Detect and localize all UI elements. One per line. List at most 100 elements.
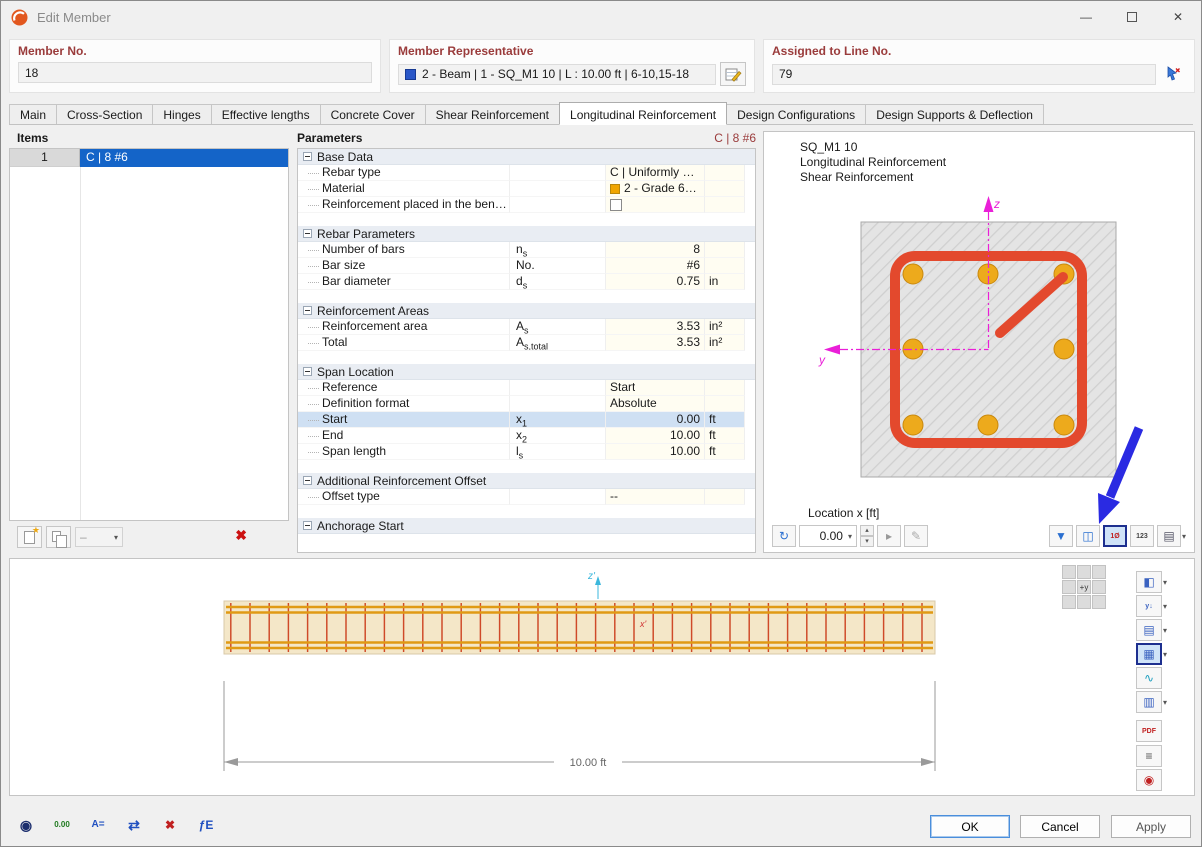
view-cube[interactable]: +y [1062,565,1106,609]
parameter-group-header[interactable]: Reinforcement Areas [298,303,755,319]
parameter-value[interactable]: 3.53 [606,319,705,335]
tab-longitudinal-reinforcement[interactable]: Longitudinal Reinforcement [559,102,728,125]
checkbox[interactable] [610,198,622,211]
view-cube-label[interactable]: +y [1077,580,1091,594]
spin-up-icon[interactable]: ▴ [860,525,874,536]
parameter-row[interactable]: Number of bars ns 8 [298,242,755,258]
location-combo[interactable]: 0.00 ▾ [799,525,857,547]
close-button[interactable]: ✕ [1155,1,1201,33]
cancel-button[interactable]: Cancel [1020,815,1100,838]
assigned-line-input[interactable]: 79 [772,63,1156,85]
parameter-row[interactable]: Bar size No. #6 [298,258,755,274]
maximize-button[interactable] [1109,1,1155,33]
annotations-button[interactable]: ≡ [1136,745,1162,767]
parameter-value[interactable]: 0.00 [606,412,705,428]
parameter-row[interactable]: End x2 10.00 ft [298,428,755,444]
rendering-button[interactable]: ▦ [1136,643,1162,665]
collapse-icon[interactable] [303,521,312,530]
tab-shear-reinforcement[interactable]: Shear Reinforcement [424,104,561,124]
tab-cross-section[interactable]: Cross-Section [56,104,154,124]
tab-main[interactable]: Main [9,104,58,124]
parameter-value[interactable]: 0.75 [606,274,705,290]
location-step-button[interactable]: ▸ [877,525,901,547]
member-representative-input[interactable]: 2 - Beam | 1 - SQ_M1 10 | L : 10.00 ft |… [398,63,716,85]
edit-location-button[interactable]: ✎ [904,525,928,547]
display-options-button[interactable]: ▤ [1136,619,1162,641]
parameter-row[interactable]: Total As,total 3.53 in² [298,335,755,351]
numbering-button[interactable]: 123 [1129,525,1154,547]
parameter-value[interactable]: Absolute [606,396,705,412]
sync-location-button[interactable]: ↻ [772,525,796,547]
formula-button[interactable]: ƒE [191,811,221,839]
collapse-icon[interactable] [303,476,312,485]
parameter-row[interactable]: Reinforcement area As 3.53 in² [298,319,755,335]
apply-button[interactable]: Apply [1111,815,1191,838]
parameter-group-header[interactable]: Span Location [298,364,755,380]
dropdown-caret[interactable]: ▾ [1163,602,1167,611]
reinforcement-info-button[interactable]: 1Ø [1102,525,1127,547]
parameter-row[interactable]: Offset type -- [298,489,755,505]
dropdown-caret[interactable]: ▾ [1163,698,1167,707]
minimize-button[interactable]: — [1063,1,1109,33]
parameter-row[interactable]: Rebar type C | Uniformly surroun... [298,165,755,181]
parameter-row[interactable]: Definition format Absolute [298,396,755,412]
tab-hinges[interactable]: Hinges [152,104,212,124]
dropdown-caret[interactable]: ▾ [1163,626,1167,635]
results-curve-button[interactable]: ∿ [1136,667,1162,689]
add-item-button[interactable] [17,525,42,548]
parameter-row[interactable]: Bar diameter ds 0.75 in [298,274,755,290]
parameter-group-header[interactable]: Anchorage Start [298,518,755,534]
view-settings-button[interactable]: ◉ [11,811,41,839]
parameter-value[interactable]: C | Uniformly surroun... [606,165,705,181]
parameter-row[interactable]: Reinforcement placed in the bent c... [298,197,755,213]
edit-representative-button[interactable] [720,62,746,86]
view-direction-y-button[interactable]: y↓ [1136,595,1162,617]
parameter-group-header[interactable]: Base Data [298,149,755,165]
parameter-value[interactable]: 2 - Grade 60 | Isotr... [606,181,705,197]
collapse-icon[interactable] [303,306,312,315]
parameter-value[interactable]: 8 [606,242,705,258]
parameter-value[interactable]: 10.00 [606,428,705,444]
print-button[interactable]: ▤ [1156,525,1181,547]
parameter-row[interactable]: Span length ls 10.00 ft [298,444,755,460]
parameter-value[interactable]: -- [606,489,705,505]
decimal-places-button[interactable]: 0.00 [47,811,77,839]
tab-concrete-cover[interactable]: Concrete Cover [319,104,426,124]
dropdown-caret[interactable]: ▾ [1163,578,1167,587]
ok-button[interactable]: OK [930,815,1010,838]
list-item[interactable]: 1 C | 8 #6 [10,149,288,167]
location-spinner[interactable]: ▴ ▾ [860,525,874,547]
view-3d-button[interactable]: ◧ [1136,571,1162,593]
parameter-value[interactable]: Start [606,380,705,396]
parameter-value[interactable]: 10.00 [606,444,705,460]
zoom-selection-button[interactable]: ◉ [1136,769,1162,791]
collapse-icon[interactable] [303,229,312,238]
export-pdf-button[interactable]: PDF [1136,720,1162,742]
tab-design-supports-deflection[interactable]: Design Supports & Deflection [865,104,1044,124]
spin-down-icon[interactable]: ▾ [860,536,874,547]
parameter-group-header[interactable]: Additional Reinforcement Offset [298,473,755,489]
collapse-icon[interactable] [303,367,312,376]
panels-button[interactable]: ◫ [1075,525,1100,547]
exchange-button[interactable]: ⇄ [119,811,149,839]
units-button[interactable]: A= [83,811,113,839]
parameter-row[interactable]: Material 2 - Grade 60 | Isotr... [298,181,755,197]
copy-item-button[interactable] [46,526,71,548]
tab-effective-lengths[interactable]: Effective lengths [210,104,321,124]
member-no-input[interactable]: 18 [18,62,372,83]
pick-line-button[interactable] [1160,62,1186,86]
filter-button[interactable]: ▼ [1048,525,1073,547]
parameter-value[interactable]: #6 [606,258,705,274]
dropdown-caret[interactable]: ▾ [1163,650,1167,659]
delete-item-button[interactable]: ✖ [235,527,247,544]
collapse-icon[interactable] [303,152,312,161]
clipping-planes-button[interactable]: ▥ [1136,691,1162,713]
parameter-group-header[interactable]: Rebar Parameters [298,226,755,242]
tab-design-configurations[interactable]: Design Configurations [726,104,867,124]
delete-settings-button[interactable]: ✖ [155,811,185,839]
item-options-combo[interactable]: – ▾ [75,527,123,547]
parameter-value[interactable]: 3.53 [606,335,705,351]
dropdown-caret[interactable]: ▾ [1182,532,1186,541]
parameter-row[interactable]: Start x1 0.00 ft [298,412,755,428]
parameter-row[interactable]: Reference Start [298,380,755,396]
